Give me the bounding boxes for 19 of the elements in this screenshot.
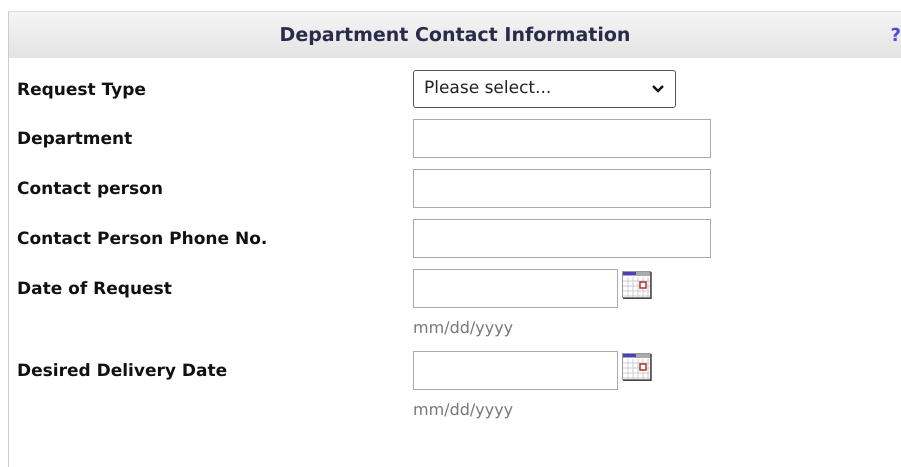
- date-format-hint: mm/dd/yyyy: [413, 399, 514, 421]
- field-label: Request Type: [17, 79, 147, 102]
- date-format-hint: mm/dd/yyyy: [413, 317, 514, 339]
- field-label: Desired Delivery Date: [17, 360, 228, 383]
- caret-icon: [651, 84, 665, 94]
- field-label: Date of Request: [17, 278, 173, 301]
- text-field[interactable]: [413, 219, 711, 258]
- text-field[interactable]: [413, 169, 711, 208]
- date-field[interactable]: [413, 269, 618, 308]
- section-title: Department Contact Information: [280, 22, 630, 48]
- field-label: Department: [17, 128, 134, 151]
- calendar-icon[interactable]: [622, 271, 652, 299]
- text-field[interactable]: [413, 119, 711, 158]
- calendar-icon[interactable]: [622, 353, 652, 381]
- field-label: Contact person: [17, 178, 164, 201]
- request-type-select[interactable]: Please select...: [413, 70, 676, 108]
- field-label: Contact Person Phone No.: [17, 228, 268, 251]
- date-field[interactable]: [413, 351, 618, 390]
- help-link[interactable]: ?: [890, 22, 901, 49]
